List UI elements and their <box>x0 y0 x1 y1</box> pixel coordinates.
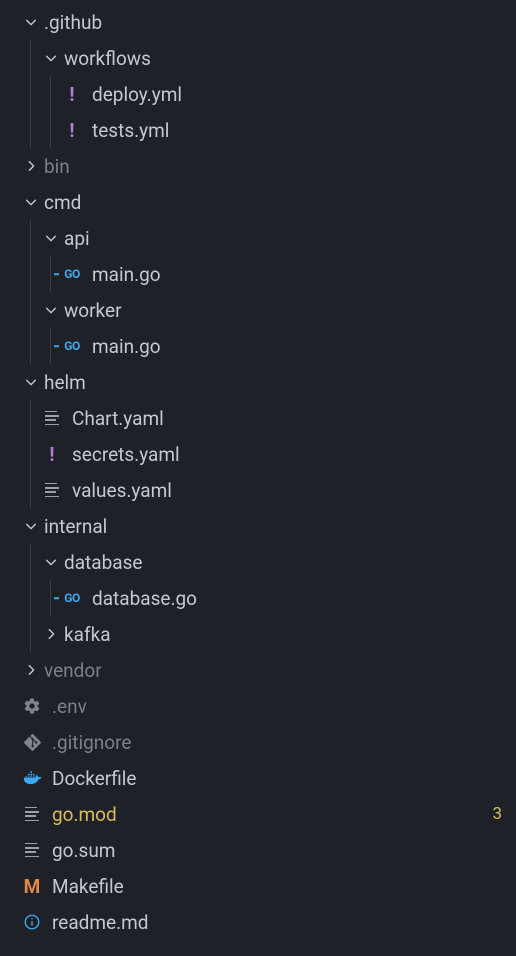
folder-label: workflows <box>64 47 502 70</box>
folder-label: worker <box>64 299 502 322</box>
folder-github[interactable]: .github <box>0 4 516 40</box>
file-makefile[interactable]: M Makefile <box>0 868 516 904</box>
file-database-go[interactable]: GO database.go <box>0 580 516 616</box>
go-icon: GO <box>60 587 84 609</box>
file-chart-yaml[interactable]: Chart.yaml <box>0 400 516 436</box>
file-label: Makefile <box>52 875 502 898</box>
folder-label: kafka <box>64 623 502 646</box>
file-api-main-go[interactable]: GO main.go <box>0 256 516 292</box>
go-icon: GO <box>60 335 84 357</box>
file-label: Dockerfile <box>52 767 502 790</box>
folder-vendor[interactable]: vendor <box>0 652 516 688</box>
folder-helm[interactable]: helm <box>0 364 516 400</box>
docker-icon <box>20 767 44 789</box>
file-label: readme.md <box>52 911 502 934</box>
file-go-sum[interactable]: go.sum <box>0 832 516 868</box>
chevron-down-icon <box>40 299 62 321</box>
git-icon <box>20 731 44 753</box>
chevron-down-icon <box>20 11 42 33</box>
file-label: main.go <box>92 335 502 358</box>
file-label: Chart.yaml <box>72 407 502 430</box>
gear-icon <box>20 695 44 717</box>
file-label: main.go <box>92 263 502 286</box>
file-deploy-yml[interactable]: ! deploy.yml <box>0 76 516 112</box>
file-label: go.mod <box>52 803 484 826</box>
file-label: database.go <box>92 587 502 610</box>
folder-label: internal <box>44 515 502 538</box>
modified-badge: 3 <box>484 804 502 824</box>
makefile-icon: M <box>20 875 44 897</box>
folder-label: vendor <box>44 659 502 682</box>
folder-label: helm <box>44 371 502 394</box>
file-values-yaml[interactable]: values.yaml <box>0 472 516 508</box>
file-label: deploy.yml <box>92 83 502 106</box>
text-lines-icon <box>20 803 44 825</box>
text-lines-icon <box>40 407 64 429</box>
text-lines-icon <box>20 839 44 861</box>
chevron-down-icon <box>20 515 42 537</box>
folder-label: bin <box>44 155 502 178</box>
go-icon: GO <box>60 263 84 285</box>
folder-label: .github <box>44 11 502 34</box>
file-tests-yml[interactable]: ! tests.yml <box>0 112 516 148</box>
chevron-down-icon <box>20 371 42 393</box>
file-label: values.yaml <box>72 479 502 502</box>
file-label: .env <box>52 695 502 718</box>
folder-cmd[interactable]: cmd <box>0 184 516 220</box>
chevron-right-icon <box>40 623 62 645</box>
file-explorer-tree: .github workflows ! deploy.yml ! tests.y… <box>0 0 516 940</box>
folder-label: api <box>64 227 502 250</box>
file-label: tests.yml <box>92 119 502 142</box>
file-gitignore[interactable]: .gitignore <box>0 724 516 760</box>
file-label: secrets.yaml <box>72 443 502 466</box>
folder-workflows[interactable]: workflows <box>0 40 516 76</box>
folder-label: database <box>64 551 502 574</box>
folder-worker[interactable]: worker <box>0 292 516 328</box>
info-icon <box>20 911 44 933</box>
yaml-icon: ! <box>40 443 64 465</box>
file-worker-main-go[interactable]: GO main.go <box>0 328 516 364</box>
chevron-right-icon <box>20 659 42 681</box>
text-lines-icon <box>40 479 64 501</box>
folder-database[interactable]: database <box>0 544 516 580</box>
file-readme-md[interactable]: readme.md <box>0 904 516 940</box>
file-label: go.sum <box>52 839 502 862</box>
chevron-down-icon <box>20 191 42 213</box>
file-go-mod[interactable]: go.mod 3 <box>0 796 516 832</box>
chevron-down-icon <box>40 227 62 249</box>
folder-kafka[interactable]: kafka <box>0 616 516 652</box>
folder-internal[interactable]: internal <box>0 508 516 544</box>
folder-bin[interactable]: bin <box>0 148 516 184</box>
file-label: .gitignore <box>52 731 502 754</box>
chevron-down-icon <box>40 551 62 573</box>
folder-api[interactable]: api <box>0 220 516 256</box>
folder-label: cmd <box>44 191 502 214</box>
chevron-right-icon <box>20 155 42 177</box>
file-dockerfile[interactable]: Dockerfile <box>0 760 516 796</box>
file-env[interactable]: .env <box>0 688 516 724</box>
yaml-icon: ! <box>60 119 84 141</box>
yaml-icon: ! <box>60 83 84 105</box>
chevron-down-icon <box>40 47 62 69</box>
file-secrets-yaml[interactable]: ! secrets.yaml <box>0 436 516 472</box>
